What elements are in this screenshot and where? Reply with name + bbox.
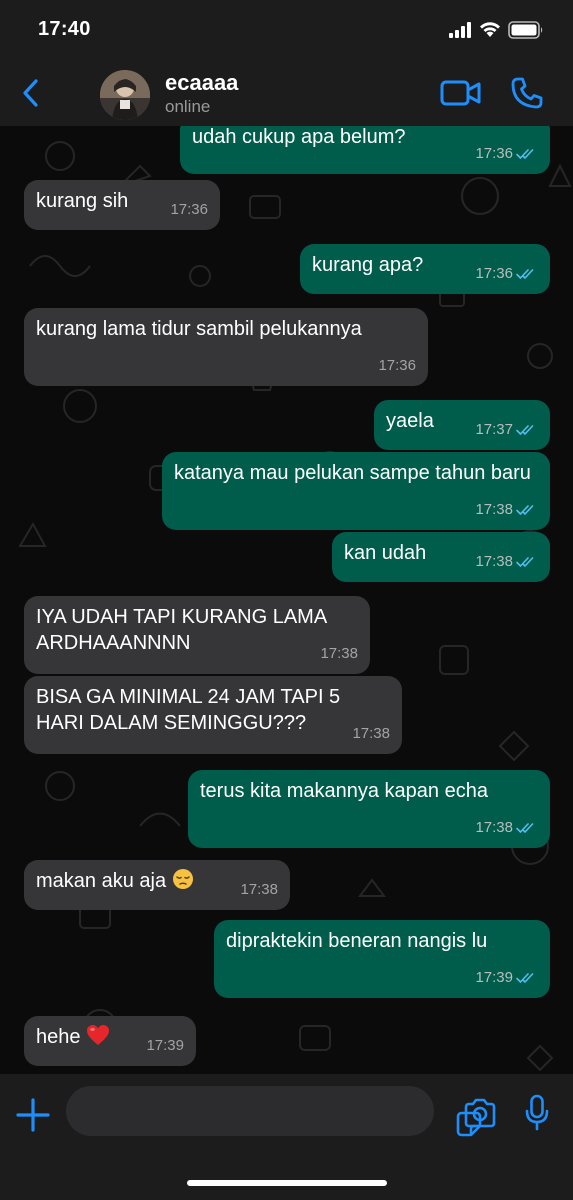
message-text-content: dipraktekin beneran nangis lu [226,930,488,952]
message-meta: 17:38 [352,721,390,747]
cellular-signal-icon [449,22,471,38]
outgoing-message-bubble[interactable]: kurang apa? 17:36 [300,244,550,294]
message-text-content: makan aku aja [36,870,167,892]
home-indicator [187,1180,387,1186]
incoming-message-bubble[interactable]: kurang sih 17:36 [24,180,220,230]
message-time: 17:38 [320,645,358,662]
incoming-message-bubble[interactable]: hehe 17:39 [24,1016,196,1066]
red-heart-emoji [87,1025,110,1045]
read-receipt-icon [516,557,534,567]
contact-name[interactable]: ecaaaa [165,70,238,96]
read-receipt-icon [516,269,534,279]
message-text-content: yaela [386,410,434,432]
message-meta: 17:38 [475,497,538,523]
outgoing-message-bubble[interactable]: terus kita makannya kapan echa 17:38 [188,770,550,848]
incoming-message-bubble[interactable]: kurang lama tidur sambil pelukannya 17:36 [24,308,428,386]
message-text-content: terus kita makannya kapan echa [200,780,488,802]
read-receipt-icon [516,505,534,515]
message-text: dipraktekin beneran nangis lu [226,928,538,954]
read-receipt-icon [516,973,534,983]
message-time: 17:38 [240,881,278,898]
message-time: 17:36 [170,201,208,218]
message-text: BISA GA MINIMAL 24 JAM TAPI 5 HARI DALAM… [36,684,390,736]
message-text-content: kurang sih [36,190,129,212]
microphone-icon[interactable] [524,1094,550,1132]
incoming-message-bubble[interactable]: IYA UDAH TAPI KURANG LAMA ARDHAAANNNN 17:… [24,596,370,674]
message-meta: 17:38 [475,549,538,575]
message-text: kurang lama tidur sambil pelukannya [36,316,416,342]
incoming-message-bubble[interactable]: BISA GA MINIMAL 24 JAM TAPI 5 HARI DALAM… [24,676,402,754]
outgoing-message-bubble[interactable]: dipraktekin beneran nangis lu 17:39 [214,920,550,998]
video-call-icon[interactable] [440,78,482,108]
message-time: 17:38 [352,725,390,742]
outgoing-message-bubble[interactable]: kan udah 17:38 [332,532,550,582]
message-text-content: kan udah [344,542,427,564]
message-meta: 17:38 [240,877,278,903]
message-text-content: IYA UDAH TAPI KURANG LAMA ARDHAAANNNN [36,606,331,654]
outgoing-message-bubble[interactable]: udah cukup apa belum? 17:36 [180,126,550,174]
message-text-content: udah cukup apa belum? [192,126,406,148]
message-text: terus kita makannya kapan echa [200,778,538,804]
status-bar: 17:40 [0,0,573,56]
message-list[interactable]: udah cukup apa belum? 17:36 kurang sih 17:3… [0,126,573,1074]
chat-header: ecaaaa online [0,56,573,126]
message-time: 17:39 [475,969,513,986]
message-time: 17:39 [146,1037,184,1054]
message-meta: 17:39 [475,965,538,991]
read-receipt-icon [516,823,534,833]
battery-icon [508,21,543,39]
message-text-content: kurang apa? [312,254,424,276]
pensive-face-emoji [172,869,193,889]
message-meta: 17:39 [146,1033,184,1059]
message-input[interactable] [66,1086,482,1137]
contact-avatar[interactable] [100,70,150,120]
phone-call-icon[interactable] [510,76,544,110]
wifi-icon [480,22,500,37]
message-text: katanya mau pelukan sampe tahun baru [174,460,538,486]
message-meta: 17:38 [475,815,538,841]
message-time: 17:38 [475,553,513,570]
plus-icon[interactable] [16,1098,50,1132]
message-meta: 17:36 [170,197,208,223]
read-receipt-icon [516,425,534,435]
avatar-photo [100,70,150,120]
message-meta: 17:36 [378,353,416,379]
read-receipt-icon [516,149,534,159]
outgoing-message-bubble[interactable]: katanya mau pelukan sampe tahun baru 17:3… [162,452,550,530]
message-time: 17:38 [475,501,513,518]
message-meta: 17:38 [320,641,358,667]
status-time: 17:40 [38,18,91,40]
message-time: 17:36 [475,265,513,282]
message-time: 17:37 [475,421,513,438]
presence-status: online [165,97,211,116]
message-time: 17:36 [378,357,416,374]
message-text: IYA UDAH TAPI KURANG LAMA ARDHAAANNNN [36,604,358,656]
camera-icon[interactable] [463,1098,497,1128]
message-time: 17:36 [475,145,513,162]
outgoing-message-bubble[interactable]: yaela 17:37 [374,400,550,450]
message-text-content: hehe [36,1026,81,1048]
message-text-content: katanya mau pelukan sampe tahun baru [174,462,531,484]
back-chevron-icon[interactable] [20,78,42,108]
message-meta: 17:37 [475,417,538,443]
incoming-message-bubble[interactable]: makan aku aja 17:38 [24,860,290,910]
message-time: 17:38 [475,819,513,836]
message-text-content: kurang lama tidur sambil pelukannya [36,318,362,340]
message-meta: 17:36 [475,261,538,287]
message-text-content: BISA GA MINIMAL 24 JAM TAPI 5 HARI DALAM… [36,686,346,734]
message-meta: 17:36 [475,141,538,167]
